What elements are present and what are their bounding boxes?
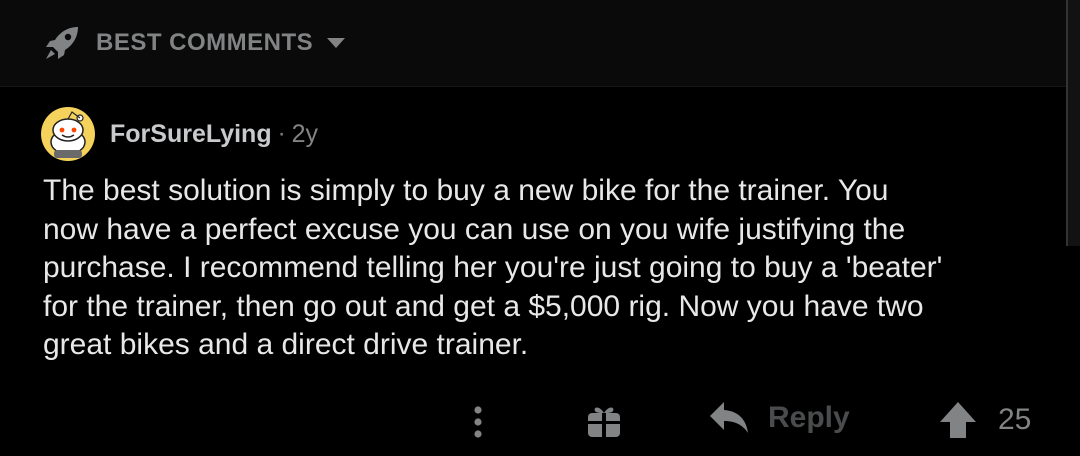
rocket-icon bbox=[46, 27, 78, 59]
reply-button[interactable]: Reply bbox=[708, 400, 850, 436]
caret-down-icon bbox=[327, 38, 346, 48]
comment-actions: Reply 25 bbox=[0, 400, 1080, 446]
comment-age: 2y bbox=[291, 119, 318, 148]
comments-header: BEST COMMENTS bbox=[0, 0, 1080, 87]
reply-label: Reply bbox=[768, 401, 850, 434]
comment: ForSureLying · 2y The best solution is s… bbox=[40, 104, 1040, 365]
comment-meta: ForSureLying · 2y bbox=[40, 104, 1040, 164]
sort-dropdown-button[interactable]: BEST COMMENTS bbox=[42, 23, 347, 63]
gift-icon[interactable] bbox=[585, 402, 623, 440]
comment-body: The best solution is simply to buy a new… bbox=[43, 174, 943, 361]
reply-arrow-icon bbox=[710, 402, 748, 433]
scrollbar[interactable] bbox=[1066, 0, 1080, 246]
vote-score: 25 bbox=[998, 403, 1032, 436]
sort-label: BEST COMMENTS bbox=[96, 29, 314, 56]
upvote-arrow-icon[interactable] bbox=[938, 400, 978, 440]
vote-controls: 25 bbox=[938, 400, 1031, 440]
snoo-avatar[interactable] bbox=[40, 106, 96, 162]
meta-separator: · bbox=[277, 120, 286, 147]
comment-author[interactable]: ForSureLying bbox=[110, 120, 272, 149]
more-vertical-icon[interactable] bbox=[468, 402, 488, 442]
